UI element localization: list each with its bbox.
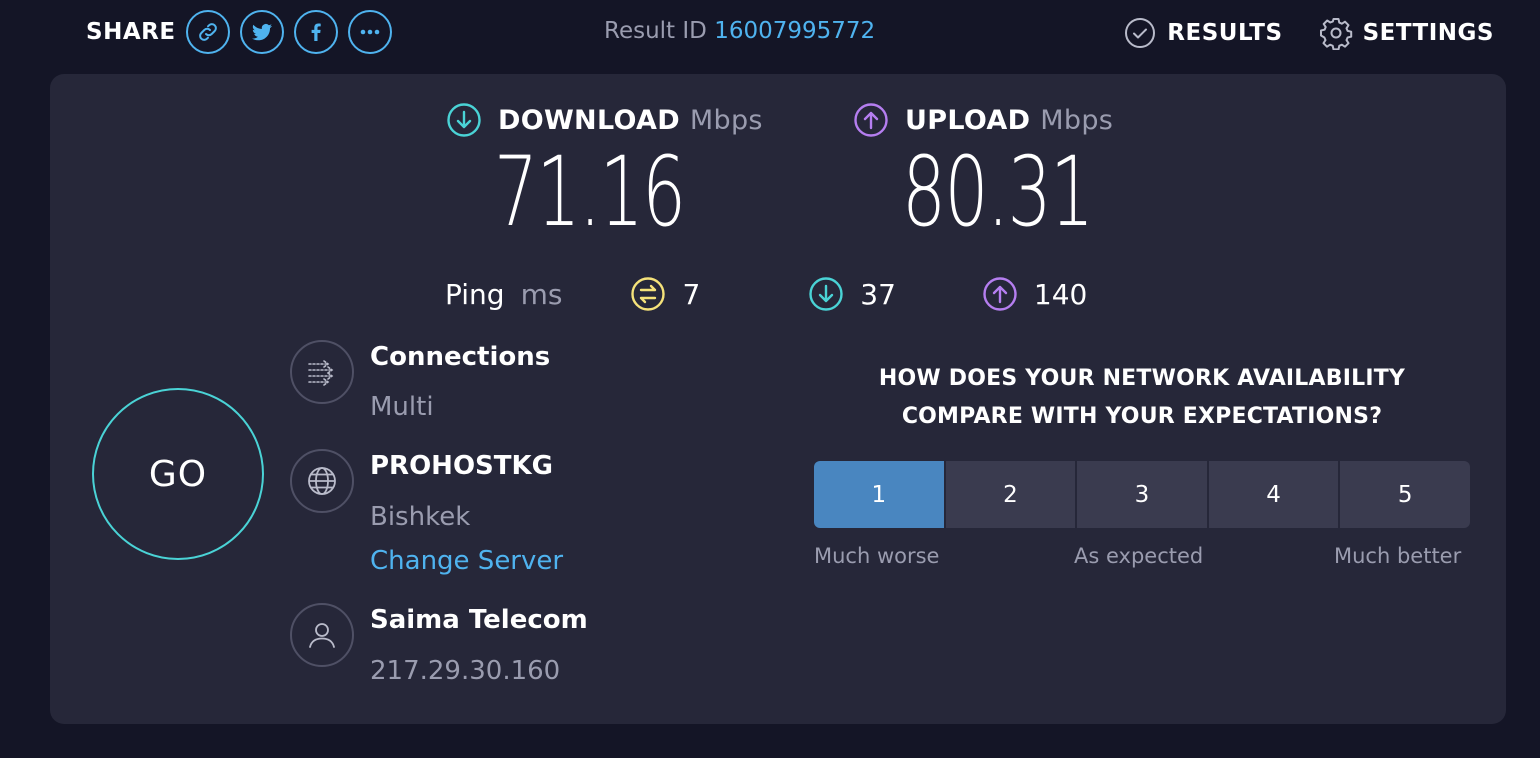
link-icon (198, 23, 217, 41)
idle-latency-icon (631, 277, 666, 311)
provider-ip: 217.29.30.160 (370, 656, 561, 686)
twitter-icon (251, 23, 272, 41)
facebook-icon (311, 23, 321, 41)
results-link[interactable]: RESULTS (1123, 16, 1282, 50)
download-value: 71.16 (494, 136, 686, 248)
ping-upload: 140 (982, 276, 1087, 312)
survey-question: HOW DOES YOUR NETWORK AVAILABILITY COMPA… (814, 360, 1470, 436)
connections-title: Connections (370, 342, 551, 372)
rating-option-5[interactable]: 5 (1340, 461, 1470, 528)
upload-latency-icon (983, 277, 1017, 311)
go-button[interactable]: GO (92, 388, 264, 560)
share-link-button[interactable] (185, 10, 230, 54)
server-name: PROHOSTKG (370, 451, 553, 481)
top-nav: RESULTS SETTINGS (1087, 16, 1494, 50)
more-icon (360, 29, 379, 35)
ping-download: 37 (808, 276, 896, 312)
upload-header: UPLOAD Mbps (853, 102, 1113, 138)
rating-option-1[interactable]: 1 (814, 461, 944, 528)
share-facebook-button[interactable] (293, 10, 338, 54)
ping-upload-value: 140 (1033, 277, 1088, 311)
result-id-link[interactable]: 16007995772 (714, 18, 875, 44)
settings-link[interactable]: SETTINGS (1319, 16, 1494, 50)
result-id: Result ID 16007995772 (604, 18, 875, 44)
scale-label-low: Much worse (814, 544, 940, 568)
ping-idle-value: 7 (682, 277, 701, 311)
provider-name: Saima Telecom (370, 605, 588, 635)
connections-value: Multi (370, 392, 434, 422)
survey-question-line1: HOW DOES YOUR NETWORK AVAILABILITY (878, 366, 1406, 391)
result-panel: DOWNLOAD Mbps 71.16 UPLOAD Mbps 80.31 Pi… (50, 74, 1506, 724)
ping-row: Ping ms 7 37 140 (445, 274, 1087, 314)
user-icon (309, 623, 335, 648)
survey-question-line2: COMPARE WITH YOUR EXPECTATIONS? (901, 404, 1383, 429)
share-twitter-button[interactable] (239, 10, 284, 54)
share-more-button[interactable] (347, 10, 392, 54)
server-icon-wrap (290, 449, 354, 513)
upload-arrow-icon (854, 103, 888, 137)
share-label: SHARE (86, 19, 176, 45)
gear-icon (1319, 18, 1352, 50)
download-header: DOWNLOAD Mbps (446, 102, 763, 138)
server-location: Bishkek (370, 502, 471, 532)
download-unit: Mbps (689, 104, 763, 136)
upload-label: UPLOAD (905, 104, 1031, 136)
rating-option-3[interactable]: 3 (1077, 461, 1207, 528)
download-arrow-icon (447, 103, 481, 137)
globe-icon (308, 467, 336, 495)
ping-unit: ms (520, 277, 563, 311)
ping-label: Ping (445, 277, 505, 311)
share-bar: SHARE (86, 8, 402, 56)
ping-download-value: 37 (860, 277, 896, 311)
scale-label-high: Much better (1334, 544, 1462, 568)
change-server-link[interactable]: Change Server (370, 546, 563, 576)
connections-icon-wrap (290, 340, 354, 404)
check-circle-icon (1125, 18, 1156, 48)
results-label: RESULTS (1167, 20, 1283, 46)
settings-label: SETTINGS (1362, 20, 1494, 46)
provider-icon-wrap (290, 603, 354, 667)
rating-option-4[interactable]: 4 (1208, 461, 1339, 528)
download-label: DOWNLOAD (498, 104, 680, 136)
upload-value: 80.31 (902, 136, 1094, 248)
connections-icon (308, 360, 334, 386)
rating-scale: 1 2 3 4 5 (814, 461, 1470, 528)
download-latency-icon (809, 277, 843, 311)
ping-idle: 7 (630, 276, 700, 312)
scale-label-mid: As expected (1074, 544, 1204, 568)
result-id-label: Result ID (604, 18, 707, 44)
rating-option-2[interactable]: 2 (945, 461, 1076, 528)
upload-unit: Mbps (1040, 104, 1114, 136)
